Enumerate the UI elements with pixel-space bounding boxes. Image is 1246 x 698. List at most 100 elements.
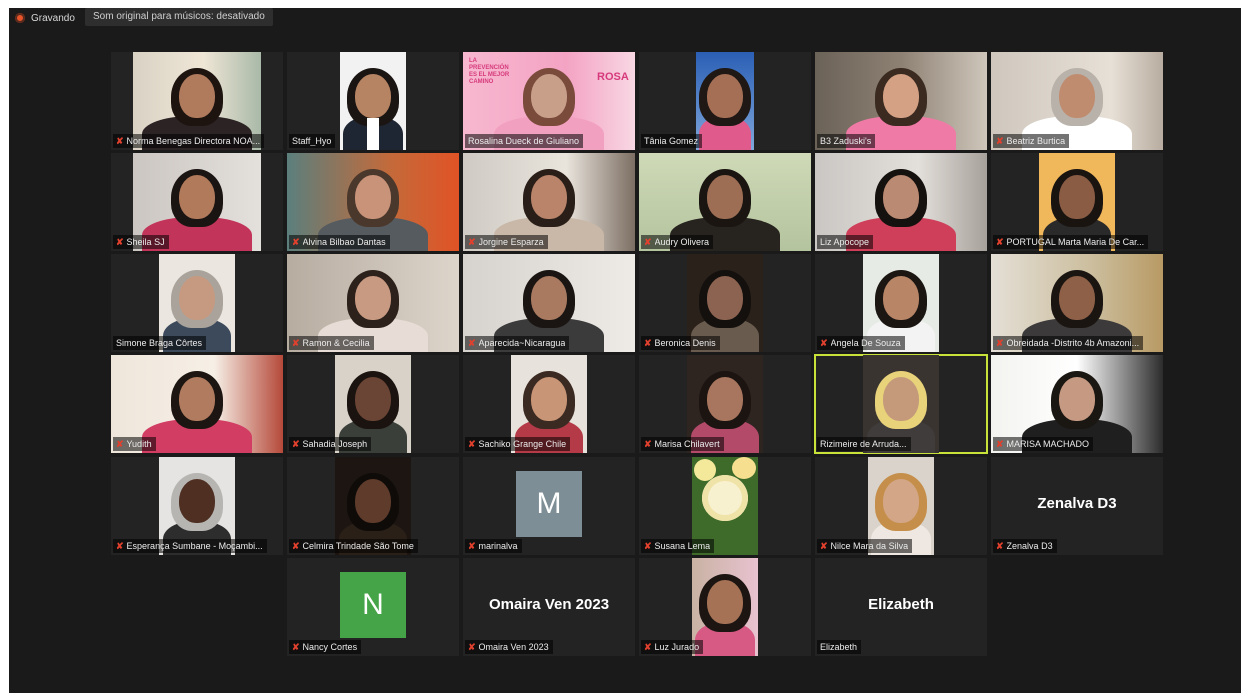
participant-name-label: B3 Zaduski's (817, 134, 876, 148)
participant-tile[interactable]: ✘ Sachiko Grange Chile (463, 355, 635, 453)
participant-tile[interactable]: ✘ Nilce Mara da Silva (815, 457, 987, 555)
recording-indicator[interactable]: Gravando (15, 11, 75, 25)
participant-tile[interactable]: ✘ Sahadia Joseph (287, 355, 459, 453)
person-face (179, 74, 215, 118)
participant-tile[interactable]: ✘ Aparecida~Nicaragua (463, 254, 635, 352)
muted-mic-icon: ✘ (644, 236, 652, 247)
participant-tile[interactable]: ✘ Marisa Chilavert (639, 355, 811, 453)
participant-tile[interactable]: N ✘ Nancy Cortes (287, 558, 459, 656)
person-face (531, 377, 567, 421)
participant-name: Alvina Bilbao Dantas (302, 237, 386, 247)
participant-name: marinalva (478, 541, 518, 551)
participant-tile[interactable]: Liz Apocope (815, 153, 987, 251)
person-face (883, 479, 919, 523)
participant-tile[interactable]: Simone Braga Côrtes (111, 254, 283, 352)
participant-video (696, 52, 754, 150)
avatar: N (340, 572, 406, 638)
participant-tile[interactable]: ✘ PORTUGAL Marta Maria De Car... (991, 153, 1163, 251)
person-face (707, 377, 743, 421)
person-face (707, 580, 743, 624)
participant-tile[interactable]: ✘ Esperança Sumbane - Moçambi... (111, 457, 283, 555)
participant-tile[interactable]: ✘ Obreidada -Distrito 4b Amazoni... (991, 254, 1163, 352)
participant-tile[interactable]: ✘ MARISA MACHADO (991, 355, 1163, 453)
participant-name: Liz Apocope (820, 237, 870, 247)
participant-name-label: Rosalina Dueck de Giuliano (465, 134, 584, 148)
muted-mic-icon: ✘ (292, 641, 300, 652)
participant-name: Staff_Hyo (292, 136, 332, 146)
participant-name: Ramon & Cecilia (302, 338, 370, 348)
participant-name-label: Simone Braga Côrtes (113, 336, 207, 350)
participant-name-label: ✘ Celmira Trindade São Tome (289, 539, 418, 553)
original-sound-status[interactable]: Som original para músicos: desativado (85, 8, 273, 26)
muted-mic-icon: ✘ (644, 438, 652, 449)
person-face (355, 74, 391, 118)
person-face (531, 276, 567, 320)
participant-name-label: ✘ Beatriz Burtica (993, 134, 1070, 148)
participant-tile[interactable]: ✘ Alvina Bilbao Dantas (287, 153, 459, 251)
participant-name-label: ✘ Susana Lema (641, 539, 715, 553)
participant-name-label: ✘ Norma Benegas Directora NOA... (113, 134, 265, 148)
participant-tile[interactable]: ✘ Beronica Denis (639, 254, 811, 352)
recording-label: Gravando (31, 12, 75, 24)
participant-name-label: Tânia Gomez (641, 134, 703, 148)
muted-mic-icon: ✘ (292, 337, 300, 348)
participant-tile[interactable]: M ✘ marinalva (463, 457, 635, 555)
display-name-large: Elizabeth (868, 596, 934, 613)
person-face (883, 175, 919, 219)
muted-mic-icon: ✘ (644, 641, 652, 652)
person-face (179, 479, 215, 523)
muted-mic-icon: ✘ (116, 135, 124, 146)
participant-tile[interactable]: ✘ Beatriz Burtica (991, 52, 1163, 150)
participant-tile[interactable]: ✘ Audry Olivera (639, 153, 811, 251)
participant-tile[interactable]: ✘ Ramon & Cecilia (287, 254, 459, 352)
muted-mic-icon: ✘ (468, 438, 476, 449)
participant-name-label: ✘ PORTUGAL Marta Maria De Car... (993, 235, 1149, 249)
participant-name: Omaira Ven 2023 (478, 642, 549, 652)
participant-name: PORTUGAL Marta Maria De Car... (1006, 237, 1145, 247)
muted-mic-icon: ✘ (468, 236, 476, 247)
participant-tile[interactable]: ✘ Yudith (111, 355, 283, 453)
participant-name: Rosalina Dueck de Giuliano (468, 136, 580, 146)
participant-name-label: ✘ Obreidada -Distrito 4b Amazoni... (993, 336, 1144, 350)
participant-name: Audry Olivera (654, 237, 710, 247)
participant-name: Jorgine Esparza (478, 237, 544, 247)
participant-name: Zenalva D3 (1006, 541, 1053, 551)
participant-name-label: ✘ Beronica Denis (641, 336, 720, 350)
participant-name: Esperança Sumbane - Moçambi... (126, 541, 263, 551)
person-face (531, 74, 567, 118)
display-name-large: Omaira Ven 2023 (488, 596, 610, 613)
muted-mic-icon: ✘ (468, 641, 476, 652)
person-face (355, 479, 391, 523)
muted-mic-icon: ✘ (644, 337, 652, 348)
participant-name: Angela De Souza (830, 338, 901, 348)
participant-tile[interactable]: ✘ Susana Lema (639, 457, 811, 555)
participant-name: Marisa Chilavert (654, 439, 720, 449)
person-face (355, 276, 391, 320)
participant-tile[interactable]: ✘ Celmira Trindade São Tome (287, 457, 459, 555)
participant-name: Obreidada -Distrito 4b Amazoni... (1006, 338, 1140, 348)
participant-tile[interactable]: Staff_Hyo (287, 52, 459, 150)
participant-tile[interactable]: B3 Zaduski's (815, 52, 987, 150)
flower-shape (694, 459, 716, 481)
person-face (707, 276, 743, 320)
participant-tile[interactable]: ✘ Sheila SJ (111, 153, 283, 251)
person-face (883, 276, 919, 320)
participant-name-label: ✘ MARISA MACHADO (993, 437, 1094, 451)
participant-tile[interactable]: ✘ Luz Jurado (639, 558, 811, 656)
participant-tile[interactable]: Zenalva D3 ✘ Zenalva D3 (991, 457, 1163, 555)
participant-name: Rizimeire de Arruda... (820, 439, 907, 449)
participant-tile[interactable]: ✘ Norma Benegas Directora NOA... (111, 52, 283, 150)
participant-tile[interactable]: Omaira Ven 2023 ✘ Omaira Ven 2023 (463, 558, 635, 656)
muted-mic-icon: ✘ (292, 540, 300, 551)
person-face (179, 175, 215, 219)
participant-tile[interactable]: Elizabeth Elizabeth (815, 558, 987, 656)
participant-name: Yudith (126, 439, 152, 449)
participant-tile[interactable]: ✘ Jorgine Esparza (463, 153, 635, 251)
participant-name-label: ✘ Nilce Mara da Silva (817, 539, 913, 553)
participant-tile[interactable]: ✘ Angela De Souza (815, 254, 987, 352)
participant-tile[interactable]: LA PREVENCIÓN ES EL MEJOR CAMINO ROSA Rosa… (463, 52, 635, 150)
banner-text: ROSA (597, 71, 629, 83)
participant-tile[interactable]: Rizimeire de Arruda... (814, 354, 988, 454)
participant-tile[interactable]: Tânia Gomez (639, 52, 811, 150)
recording-bar: Gravando Som original para músicos: desa… (9, 8, 1241, 30)
